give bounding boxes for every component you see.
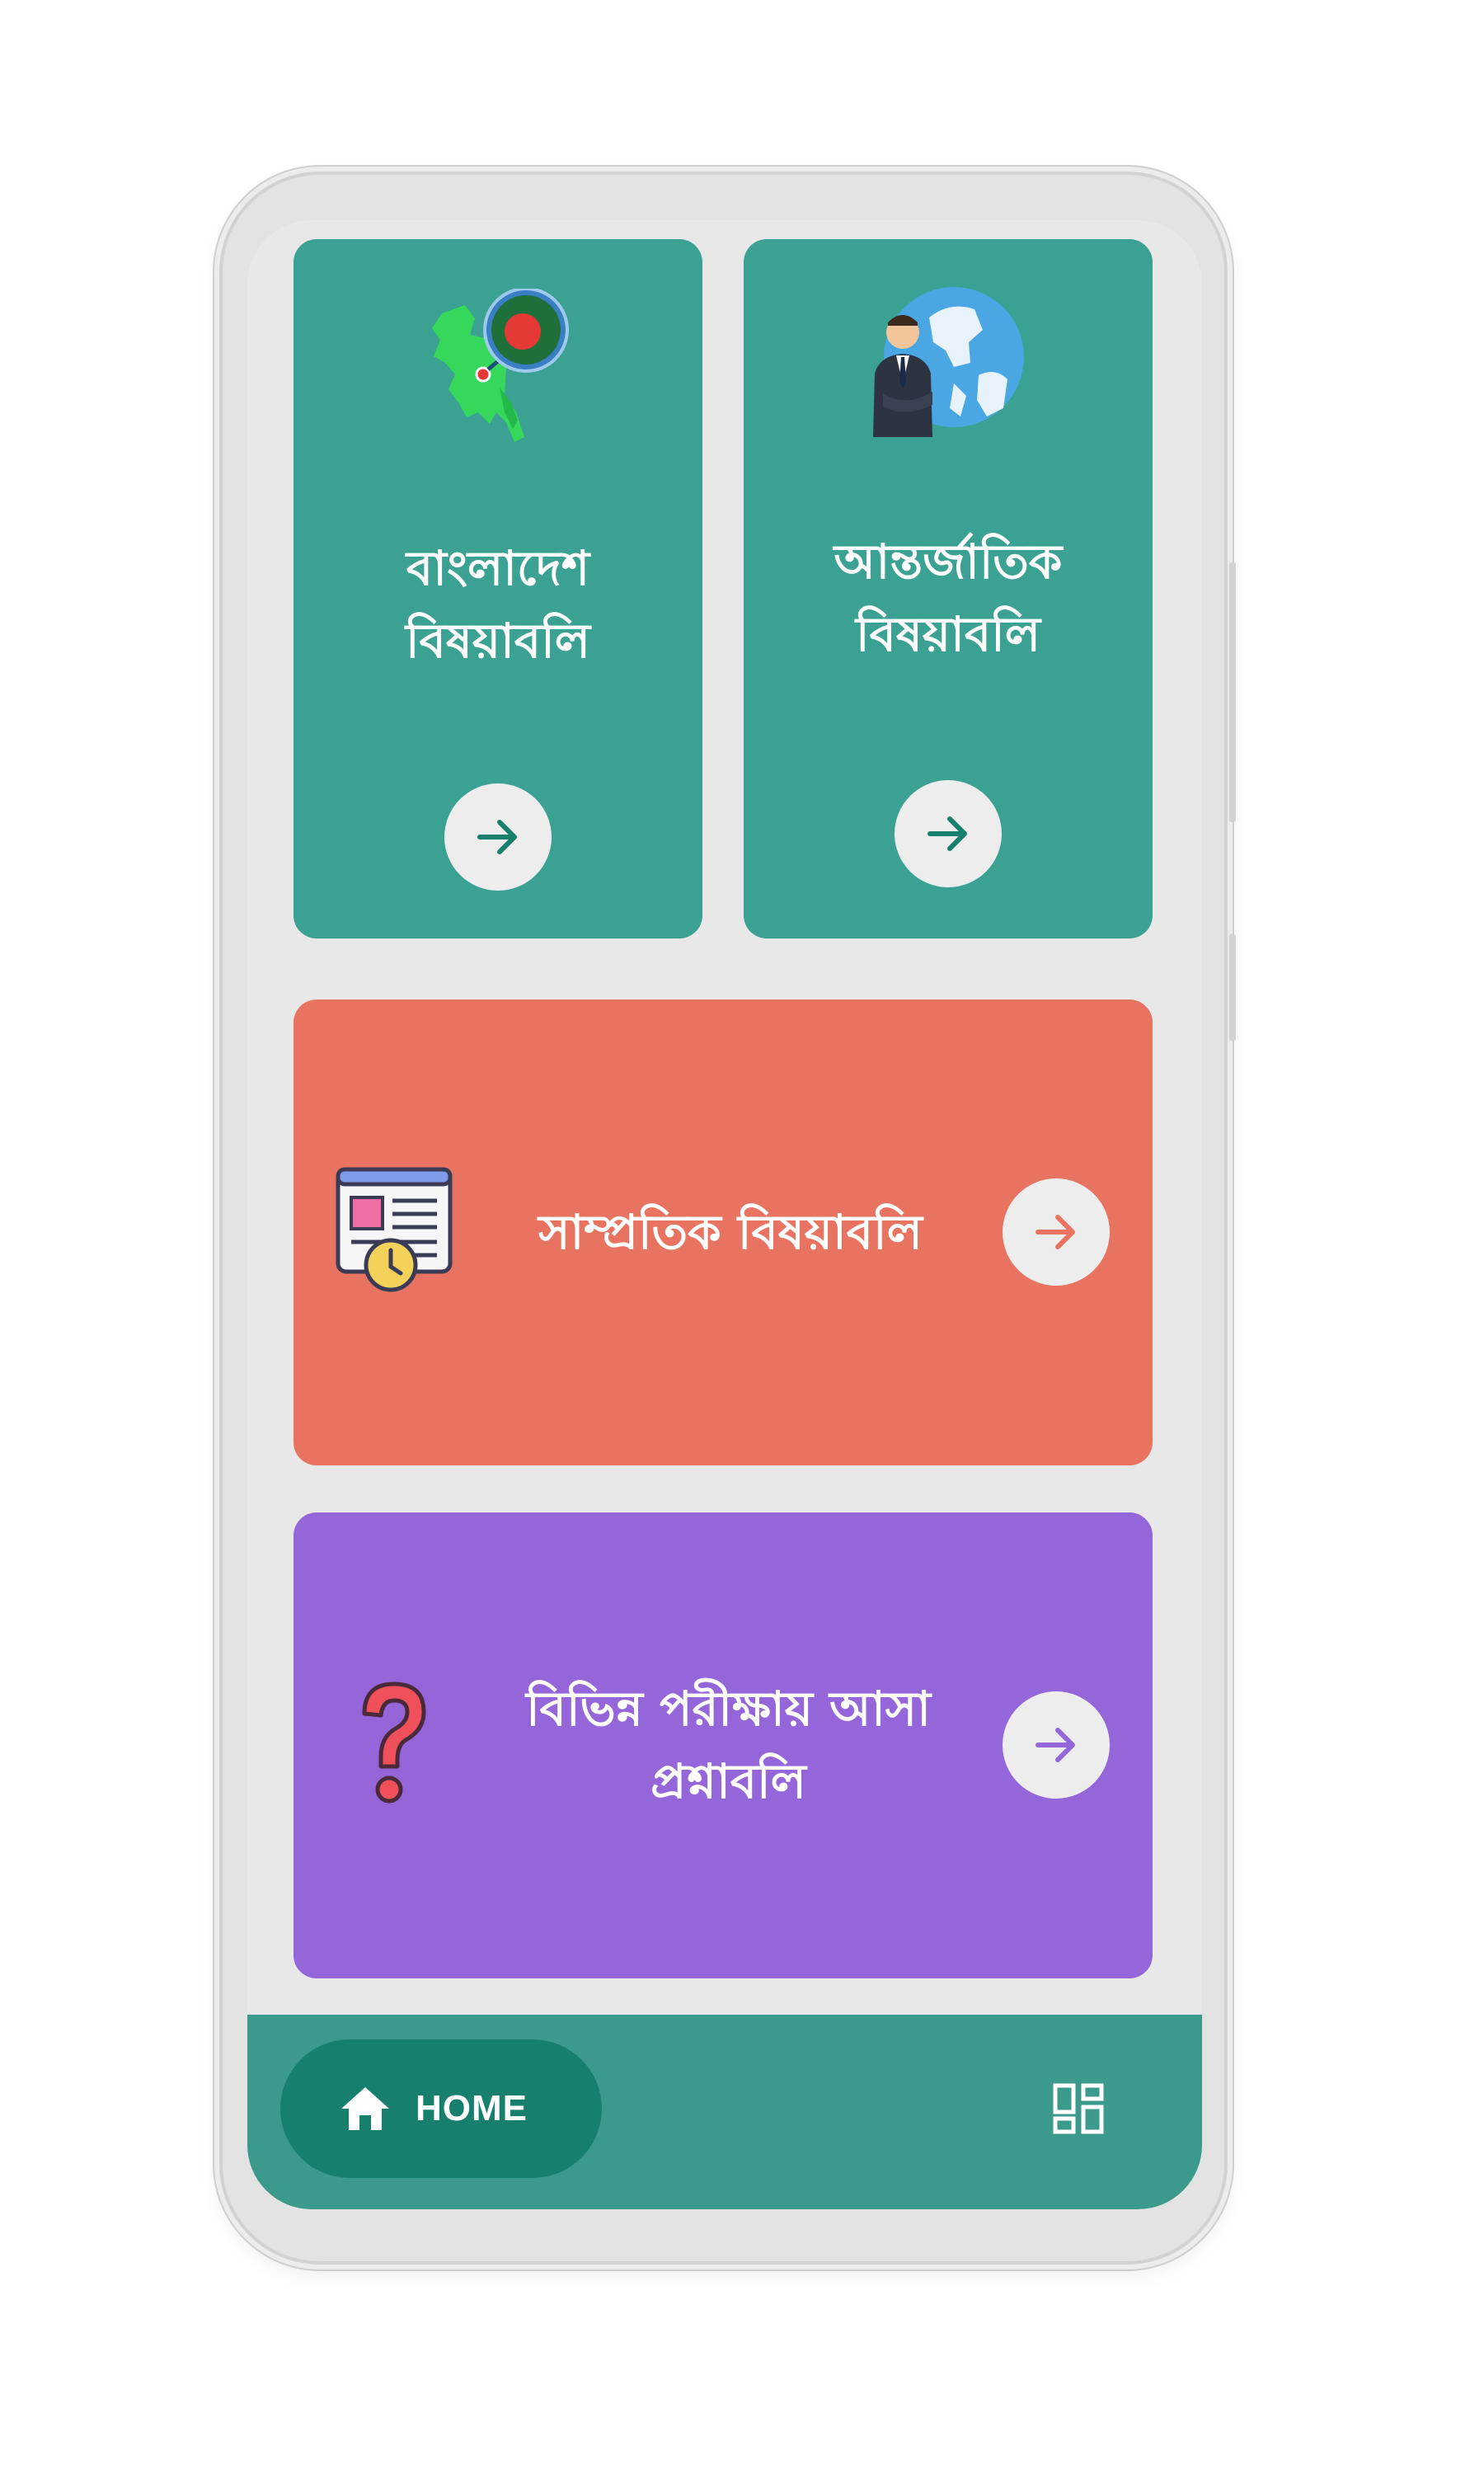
international-title: আন্তর্জাতিক বিষয়াবলি bbox=[744, 525, 1153, 670]
exam-questions-card[interactable]: বিভিন্ন পরীক্ষায় আসা প্রশ্নাবলি bbox=[294, 1512, 1153, 1978]
exam-questions-open-button[interactable] bbox=[1003, 1691, 1110, 1799]
arrow-right-icon bbox=[1036, 1215, 1075, 1249]
power-button bbox=[1229, 934, 1236, 1041]
bangladesh-title: বাংলাদেশ বিষয়াবলি bbox=[294, 532, 702, 677]
arrow-right-icon bbox=[477, 820, 517, 854]
newspaper-clock-icon bbox=[336, 1167, 453, 1292]
international-title-line2: বিষয়াবলি bbox=[856, 606, 1040, 662]
question-mark-icon bbox=[362, 1681, 426, 1804]
bangladesh-affairs-card[interactable]: বাংলাদেশ বিষয়াবলি bbox=[294, 239, 702, 938]
international-open-button[interactable] bbox=[895, 780, 1002, 887]
bangladesh-map-flag-icon bbox=[432, 289, 569, 442]
bottom-navigation: HOME bbox=[247, 2015, 1202, 2209]
international-title-line1: আন্তর্জাতিক bbox=[834, 534, 1063, 590]
bangladesh-title-line1: বাংলাদেশ bbox=[406, 540, 590, 596]
international-affairs-card[interactable]: আন্তর্জাতিক বিষয়াবলি bbox=[744, 239, 1153, 938]
bangladesh-open-button[interactable] bbox=[444, 783, 552, 891]
exam-questions-title-line2: প্রশ্নাবলি bbox=[650, 1753, 806, 1809]
home-nav-button[interactable]: HOME bbox=[280, 2039, 602, 2178]
home-icon bbox=[341, 2087, 389, 2130]
phone-frame: বাংলাদেশ বিষয়াবলি আন্তর্জাতিক বিষয়াবলি… bbox=[223, 175, 1236, 2261]
bangladesh-title-line2: বিষয়াবলি bbox=[406, 613, 590, 669]
exam-questions-title-line1: বিভিন্ন পরীক্ষায় আসা bbox=[526, 1681, 931, 1737]
arrow-right-icon bbox=[1036, 1728, 1075, 1762]
home-label: HOME bbox=[416, 2088, 528, 2128]
current-affairs-open-button[interactable] bbox=[1003, 1178, 1110, 1286]
volume-button bbox=[1229, 562, 1236, 822]
current-affairs-title: সাম্প্রতিক বিষয়াবলি bbox=[538, 1204, 923, 1260]
app-screen: বাংলাদেশ বিষয়াবলি আন্তর্জাতিক বিষয়াবলি… bbox=[247, 220, 1202, 2209]
exam-questions-title: বিভিন্ন পরীক্ষায় আসা প্রশ্নাবলি bbox=[479, 1672, 978, 1818]
arrow-right-icon bbox=[928, 816, 967, 851]
businessman-globe-icon bbox=[873, 287, 1024, 437]
current-affairs-card[interactable]: সাম্প্রতিক বিষয়াবলি bbox=[294, 999, 1153, 1465]
grid-menu-icon[interactable] bbox=[1052, 2082, 1105, 2135]
